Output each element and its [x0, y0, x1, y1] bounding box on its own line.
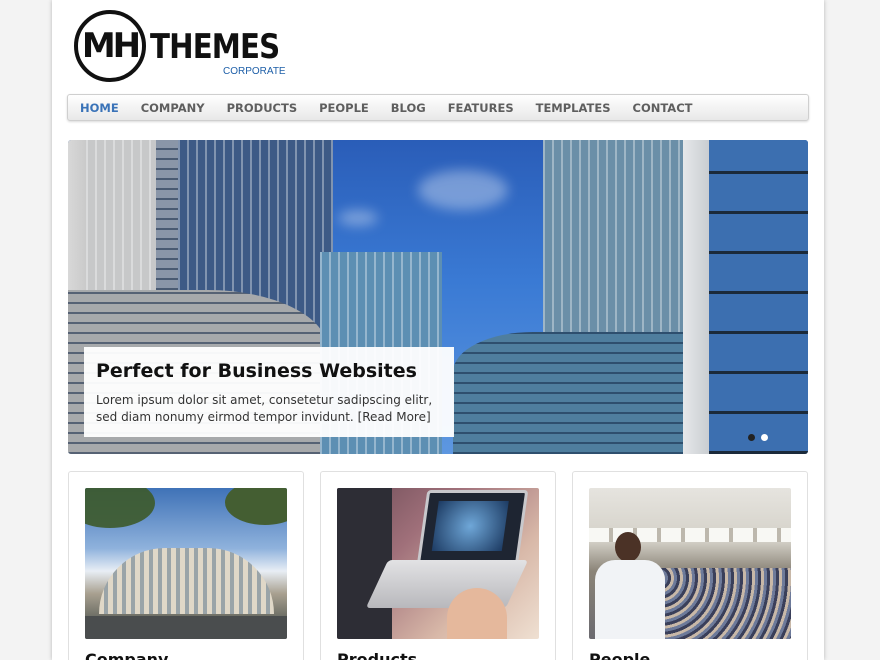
slider-dot[interactable] [748, 434, 755, 441]
road-shape [85, 616, 287, 639]
logo-name: THEMES [150, 27, 280, 67]
tree-shape [225, 488, 287, 525]
slide-title: Perfect for Business Websites [96, 360, 417, 382]
slide-caption: Perfect for Business Websites Lorem ipsu… [84, 347, 454, 437]
cloud-shape [418, 170, 508, 210]
speaker-body [595, 560, 665, 639]
page: MH THEMES CORPORATE HOME COMPANY PRODUCT… [52, 0, 824, 660]
cloud-shape [338, 210, 378, 226]
nav-item-templates[interactable]: TEMPLATES [536, 101, 611, 115]
audience-crowd [649, 568, 791, 639]
slide-text: Lorem ipsum dolor sit amet, consetetur s… [96, 392, 446, 426]
nav-item-blog[interactable]: BLOG [391, 101, 426, 115]
logo-tagline: CORPORATE [223, 66, 286, 77]
card-title[interactable]: Products [337, 650, 417, 660]
nav-item-home[interactable]: HOME [80, 101, 119, 115]
card-image-products[interactable] [337, 488, 539, 639]
hand-shape [447, 588, 507, 639]
logo-mark: MH [81, 26, 141, 66]
nav-item-company[interactable]: COMPANY [141, 101, 205, 115]
screen-glow [431, 501, 509, 551]
laptop-keyboard [365, 560, 529, 608]
card-company: Company [68, 471, 304, 660]
card-title[interactable]: People [589, 650, 650, 660]
building-shape [683, 140, 709, 454]
card-image-company[interactable] [85, 488, 287, 639]
card-title[interactable]: Company [85, 650, 168, 660]
nav-item-features[interactable]: FEATURES [448, 101, 514, 115]
building-shape [453, 332, 703, 454]
card-people: People [572, 471, 808, 660]
building-shape [99, 548, 274, 614]
card-products: Products [320, 471, 556, 660]
main-navigation: HOME COMPANY PRODUCTS PEOPLE BLOG FEATUR… [67, 94, 809, 121]
tree-shape [85, 488, 155, 528]
slider-dot-active[interactable] [761, 434, 768, 441]
person-shape [337, 488, 392, 639]
speaker-head [615, 532, 641, 562]
site-logo[interactable]: MH THEMES CORPORATE [74, 10, 294, 84]
nav-item-contact[interactable]: CONTACT [633, 101, 693, 115]
nav-item-products[interactable]: PRODUCTS [227, 101, 298, 115]
card-image-people[interactable] [589, 488, 791, 639]
nav-item-people[interactable]: PEOPLE [319, 101, 369, 115]
read-more-link[interactable]: [Read More] [358, 410, 431, 424]
hero-slider[interactable]: Perfect for Business Websites Lorem ipsu… [68, 140, 808, 454]
laptop-screen [416, 490, 529, 566]
slider-pagination [748, 434, 774, 441]
